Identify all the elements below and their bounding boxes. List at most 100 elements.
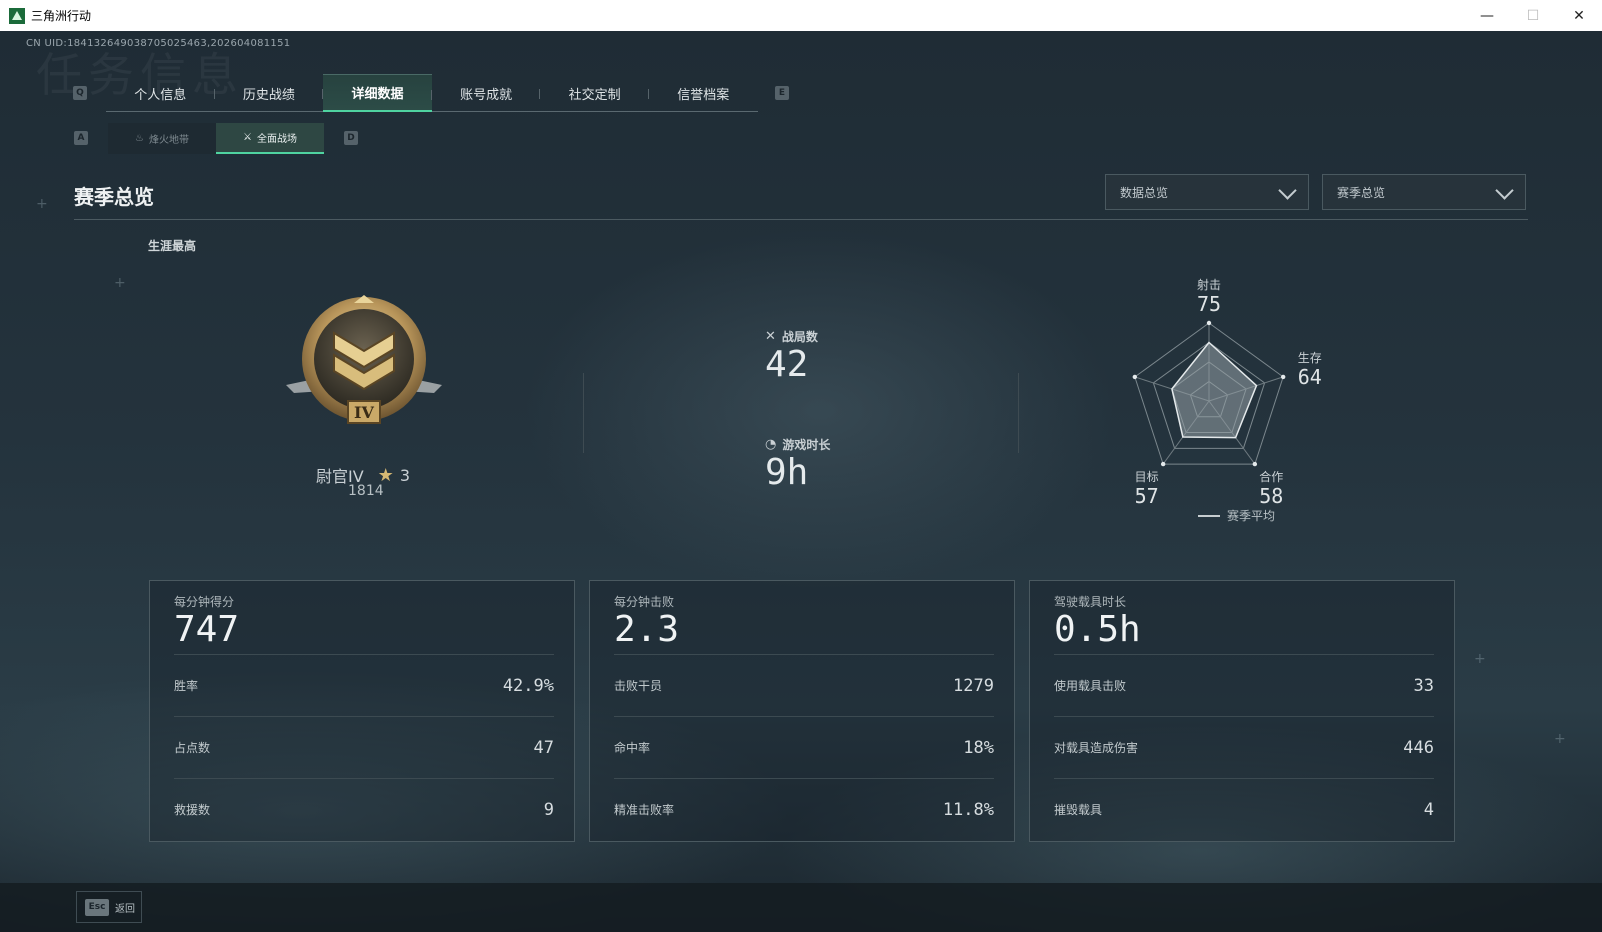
tab-detailed-data[interactable]: 详细数据	[323, 74, 432, 112]
back-label: 返回	[115, 903, 135, 915]
radar-axis-dot	[1160, 461, 1166, 467]
subtab-bonfire-zone[interactable]: ♨ 烽火地带	[108, 123, 216, 154]
playtime-label-text: 游戏时长	[782, 438, 831, 452]
stat-row-value: 9	[543, 799, 554, 820]
card-title: 每分钟击败	[614, 595, 675, 609]
stat-row: 对载具造成伤害 446	[1054, 716, 1434, 778]
radar-axis-dot	[1252, 461, 1258, 467]
svg-text:IV: IV	[354, 403, 374, 422]
stat-row: 救援数 9	[174, 778, 554, 840]
ability-radar-chart: 射击75生存64合作58目标57载具50	[1120, 277, 1322, 508]
radar-value-shape	[1171, 341, 1258, 439]
vertical-divider	[1018, 373, 1019, 453]
stat-row-label: 击败干员	[614, 679, 663, 693]
stat-row: 击败干员 1279	[614, 654, 994, 716]
season-overview-dropdown[interactable]: 赛季总览	[1322, 174, 1526, 210]
mode-tab-bar: ♨ 烽火地带 ⚔ 全面战场	[108, 123, 324, 154]
decorative-cross-icon: +	[114, 275, 126, 291]
tab-personal-info[interactable]: 个人信息	[106, 74, 215, 112]
matches-value: 42	[765, 344, 809, 385]
playtime-label: ◔ 游戏时长	[765, 436, 830, 453]
back-button[interactable]: Esc 返回	[76, 891, 142, 923]
decorative-cross-icon: +	[36, 196, 48, 212]
data-overview-dropdown[interactable]: 数据总览	[1105, 174, 1309, 210]
window-titlebar: 三角洲行动 — ☐ ✕	[0, 0, 1602, 31]
radar-axis-dot	[1132, 374, 1138, 380]
section-divider	[74, 219, 1528, 220]
matches-label: ✕ 战局数	[765, 328, 818, 345]
stat-row-label: 使用载具击败	[1054, 679, 1127, 693]
chevron-down-icon	[1495, 181, 1514, 200]
vertical-divider	[583, 373, 584, 453]
stat-row: 命中率 18%	[614, 716, 994, 778]
stat-row-value: 11.8%	[942, 799, 994, 820]
legend-label: 赛季平均	[1227, 509, 1276, 523]
stat-row: 使用载具击败 33	[1054, 654, 1434, 716]
legend-line-icon	[1198, 514, 1220, 517]
radar-axis-value: 57	[1135, 484, 1159, 508]
chevron-down-icon	[1278, 181, 1297, 200]
stat-row-value: 42.9%	[502, 675, 554, 696]
section-title: 赛季总览	[74, 185, 154, 209]
decorative-cross-icon: +	[1474, 651, 1486, 667]
card-title: 驾驶载具时长	[1054, 595, 1127, 609]
minimize-button[interactable]: —	[1464, 0, 1510, 31]
bonfire-icon: ♨	[135, 133, 144, 144]
radar-axis-label: 目标	[1135, 470, 1159, 484]
next-tab-key-hint[interactable]: E	[775, 86, 789, 100]
bottom-bar: Esc 返回	[0, 883, 1602, 932]
esc-key-hint: Esc	[85, 898, 109, 916]
card-value: 2.3	[614, 609, 680, 650]
stat-row-label: 救援数	[174, 803, 211, 817]
radar-axis-label: 生存	[1298, 351, 1322, 365]
main-tab-bar: 个人信息 历史战绩 详细数据 账号成就 社交定制 信誉档案	[106, 74, 758, 112]
battlefield-icon: ⚔	[243, 132, 252, 143]
stat-row-label: 精准击败率	[614, 803, 675, 817]
radar-axis-label: 射击	[1197, 277, 1221, 292]
stat-row-label: 命中率	[614, 741, 651, 755]
dropdown-value: 赛季总览	[1337, 185, 1386, 200]
card-value: 747	[174, 609, 240, 650]
card-title: 每分钟得分	[174, 595, 235, 609]
radar-axis-value: 75	[1197, 292, 1221, 316]
radar-axis-dot	[1206, 320, 1212, 326]
stat-row-label: 胜率	[174, 679, 199, 693]
stopwatch-icon: ◔	[765, 437, 777, 452]
career-best-label: 生涯最高	[148, 239, 197, 253]
tab-credit-record[interactable]: 信誉档案	[649, 74, 758, 112]
tab-social-customization[interactable]: 社交定制	[540, 74, 649, 112]
stat-card-vehicle: 驾驶载具时长 0.5h 使用载具击败 33 对载具造成伤害 446 摧毁载具 4	[1029, 580, 1455, 842]
matches-label-text: 战局数	[781, 330, 818, 344]
stat-row: 精准击败率 11.8%	[614, 778, 994, 840]
rank-score: 1814	[348, 483, 384, 499]
subtab-full-battlefield[interactable]: ⚔ 全面战场	[216, 123, 324, 154]
tab-achievements[interactable]: 账号成就	[432, 74, 541, 112]
rank-badge-icon: IV	[286, 295, 442, 424]
next-subtab-key-hint[interactable]: D	[344, 131, 358, 145]
stat-row-value: 47	[533, 737, 554, 758]
window-title: 三角洲行动	[31, 9, 92, 23]
maximize-button[interactable]: ☐	[1510, 0, 1556, 31]
close-button[interactable]: ✕	[1556, 0, 1602, 31]
stat-card-score: 每分钟得分 747 胜率 42.9% 占点数 47 救援数 9	[149, 580, 575, 842]
stat-row-value: 33	[1413, 675, 1434, 696]
radar-axis-label: 合作	[1259, 469, 1283, 484]
radar-axis-value: 58	[1259, 484, 1283, 508]
uid-label: CN UID:184132649038705025463,20260408115…	[26, 38, 291, 49]
decorative-cross-icon: +	[1554, 731, 1566, 747]
window-controls: — ☐ ✕	[1464, 0, 1602, 31]
app-logo-icon	[9, 7, 25, 24]
stat-row-label: 对载具造成伤害	[1054, 741, 1139, 755]
radar-axis-dot	[1280, 374, 1286, 380]
stat-row-value: 18%	[963, 737, 994, 758]
tab-match-history[interactable]: 历史战绩	[215, 74, 324, 112]
subtab-label: 烽火地带	[148, 135, 189, 146]
subtab-label: 全面战场	[256, 134, 297, 145]
dropdown-value: 数据总览	[1120, 185, 1169, 200]
prev-tab-key-hint[interactable]: Q	[73, 86, 87, 100]
radar-legend: 赛季平均	[1198, 507, 1275, 524]
stat-row: 摧毁载具 4	[1054, 778, 1434, 840]
stat-row-value: 446	[1403, 737, 1434, 758]
prev-subtab-key-hint[interactable]: A	[74, 131, 88, 145]
stat-row-label: 占点数	[174, 741, 211, 755]
